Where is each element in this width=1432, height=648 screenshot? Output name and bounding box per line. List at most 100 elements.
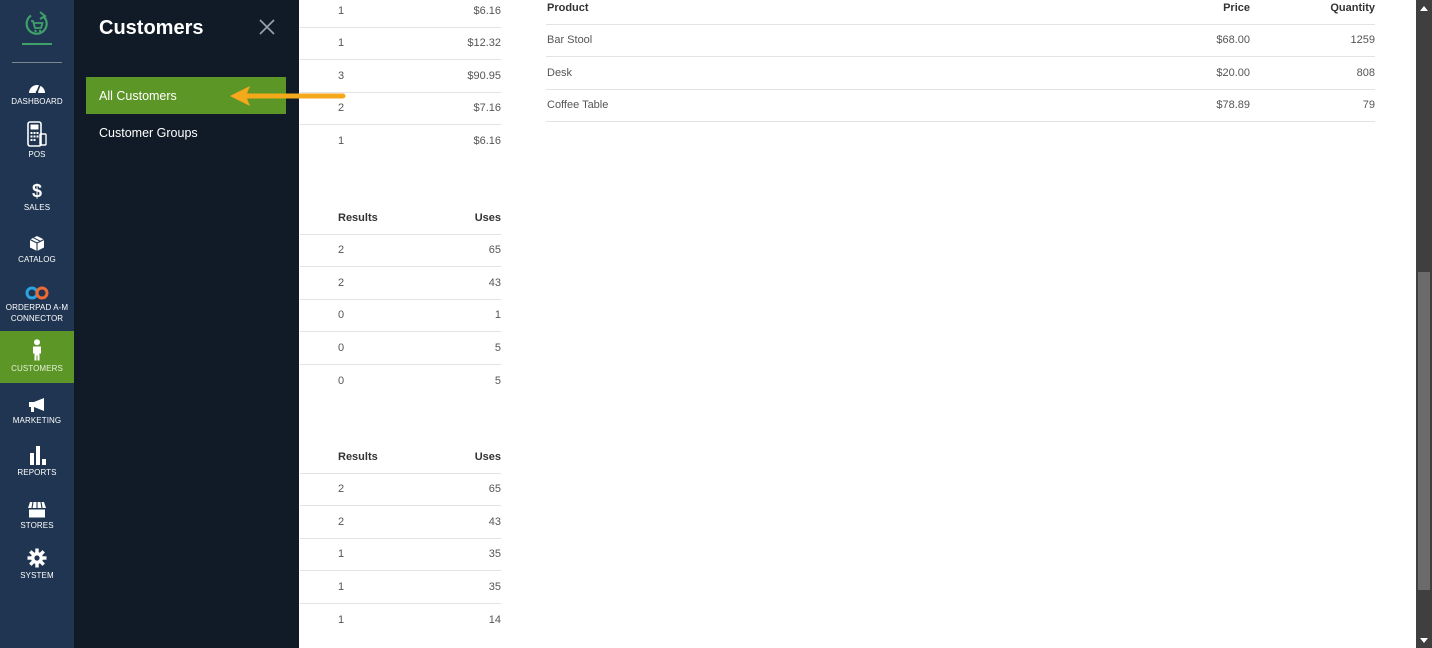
- table-row: 1 14: [300, 604, 501, 637]
- dollar-icon: $: [31, 181, 42, 201]
- header-price[interactable]: Price: [1223, 2, 1250, 14]
- close-icon[interactable]: [258, 18, 276, 36]
- cell-total: $7.16: [473, 102, 501, 115]
- logo-underline: [22, 43, 52, 45]
- sidebar-item-label: CATALOG: [18, 255, 56, 264]
- table-row[interactable]: Bar Stool $68.00 1259: [546, 25, 1375, 57]
- sidebar-item-stores[interactable]: STORES: [0, 498, 74, 532]
- search-terms-table-2: Results Uses 2 65 2 43 1 35 1 35 1 14: [300, 441, 501, 636]
- cell-qty: 1: [338, 4, 345, 17]
- sidebar-item-label: SYSTEM: [20, 571, 54, 580]
- cell-product: Desk: [547, 66, 573, 79]
- header-quantity[interactable]: Quantity: [1330, 2, 1375, 14]
- cell-results: 1: [338, 580, 345, 593]
- search-terms-table-1: Results Uses 2 65 2 43 01 05 05: [300, 202, 501, 397]
- sidebar-item-label: STORES: [20, 521, 54, 530]
- cell-results: 1: [338, 613, 345, 626]
- gear-icon: [27, 548, 47, 568]
- sidebar-item-customers[interactable]: CUSTOMERS: [0, 331, 74, 383]
- sidebar-divider: [12, 62, 62, 63]
- cell-uses: 43: [488, 515, 501, 528]
- table-row: 2 43: [300, 506, 501, 539]
- cell-uses: 35: [488, 580, 501, 593]
- table-row: 05: [300, 332, 501, 365]
- cell-results: 2: [338, 483, 345, 496]
- sidebar-item-catalog[interactable]: CATALOG: [0, 232, 74, 266]
- box-icon: [29, 232, 45, 252]
- sidebar-item-sales[interactable]: $ SALES: [0, 180, 74, 214]
- cell-results: 2: [338, 276, 345, 289]
- cell-uses: 65: [488, 244, 501, 257]
- table-row: 1 $6.16: [300, 125, 501, 158]
- person-icon: [31, 337, 43, 361]
- sidebar-item-label: ORDERPAD A-M CONNECTOR: [6, 302, 68, 324]
- megaphone-icon: [27, 393, 47, 413]
- admin-app: DASHBOARD POS $ SALES CATALOG ORDERPAD A…: [0, 0, 1432, 648]
- label-line-2: CONNECTOR: [10, 314, 64, 323]
- cell-qty: 3: [338, 69, 345, 82]
- cell-total: $90.95: [467, 69, 501, 82]
- table-row: 2 65: [300, 235, 501, 267]
- cell-results: 0: [338, 374, 345, 387]
- cell-results: 2: [338, 515, 345, 528]
- table-row: 1 35: [300, 571, 501, 604]
- bestsellers-table: Product Price Quantity Bar Stool $68.00 …: [546, 0, 1375, 122]
- cell-results: 0: [338, 341, 345, 354]
- cell-qty: 2: [338, 102, 345, 115]
- table-row: 1 35: [300, 539, 501, 571]
- cell-results: 1: [338, 548, 345, 561]
- cell-quantity: 808: [1356, 66, 1375, 79]
- orders-table-partial: 1 $6.16 1 $12.32 3 $90.95 2 $7.16 1 $6.16: [300, 0, 501, 158]
- cell-price: $20.00: [1216, 66, 1250, 79]
- cell-qty: 1: [338, 135, 345, 148]
- caret-down-icon: [1420, 637, 1428, 643]
- cell-product: Bar Stool: [547, 34, 593, 47]
- cell-results: 2: [338, 244, 345, 257]
- header-product[interactable]: Product: [547, 2, 589, 14]
- table-row: 01: [300, 300, 501, 332]
- cell-uses: 5: [494, 341, 501, 354]
- sidebar-item-reports[interactable]: REPORTS: [0, 443, 74, 479]
- flyout-item-label: Customer Groups: [99, 125, 198, 140]
- table-row: 05: [300, 365, 501, 398]
- cell-uses: 1: [494, 309, 501, 322]
- table-row: 1 $6.16: [300, 0, 501, 28]
- cell-product: Coffee Table: [547, 99, 609, 112]
- cell-total: $12.32: [467, 37, 501, 50]
- table-header-row: Results Uses: [300, 441, 501, 474]
- sidebar-item-label: MARKETING: [12, 416, 62, 425]
- scroll-down-button[interactable]: [1416, 632, 1432, 648]
- sidebar-item-orderpad-connector[interactable]: ORDERPAD A-M CONNECTOR: [0, 284, 74, 328]
- caret-up-icon: [1420, 5, 1428, 11]
- table-row: 3 $90.95: [300, 60, 501, 93]
- sidebar-item-marketing[interactable]: MARKETING: [0, 393, 74, 427]
- table-row[interactable]: Desk $20.00 808: [546, 57, 1375, 90]
- cell-quantity: 79: [1362, 99, 1375, 112]
- scroll-thumb[interactable]: [1418, 272, 1430, 590]
- sidebar-item-label: REPORTS: [17, 468, 57, 477]
- table-row: 2 43: [300, 267, 501, 300]
- sidebar-item-label: CUSTOMERS: [11, 364, 63, 373]
- sidebar-item-pos[interactable]: POS: [0, 121, 74, 165]
- orderpad-logo-icon: [25, 11, 48, 35]
- sidebar-item-dashboard[interactable]: DASHBOARD: [0, 74, 74, 108]
- cell-price: $68.00: [1216, 34, 1250, 47]
- sidebar-item-system[interactable]: SYSTEM: [0, 548, 74, 582]
- header-uses[interactable]: Uses: [475, 451, 501, 463]
- cell-total: $6.16: [473, 135, 501, 148]
- table-row: 2 $7.16: [300, 93, 501, 125]
- cell-uses: 14: [488, 613, 501, 626]
- vertical-scrollbar[interactable]: [1416, 0, 1432, 648]
- dashboard-gauge-icon: [28, 74, 46, 94]
- pos-terminal-icon: [25, 121, 49, 147]
- header-results[interactable]: Results: [338, 451, 378, 463]
- cell-uses: 65: [488, 483, 501, 496]
- header-results[interactable]: Results: [338, 212, 378, 224]
- header-uses[interactable]: Uses: [475, 212, 501, 224]
- storefront-icon: [27, 498, 47, 518]
- table-header-row: Results Uses: [300, 202, 501, 235]
- table-row[interactable]: Coffee Table $78.89 79: [546, 90, 1375, 122]
- scroll-up-button[interactable]: [1416, 0, 1432, 16]
- flyout-item-customer-groups[interactable]: Customer Groups: [86, 114, 286, 151]
- flyout-item-all-customers[interactable]: All Customers: [86, 77, 286, 114]
